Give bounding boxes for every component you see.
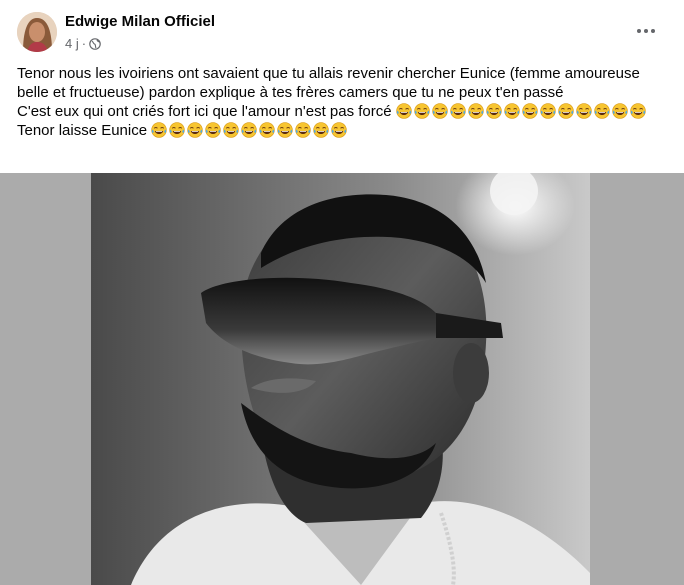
post-line: C'est eux qui ont criés fort ici que l'a…	[17, 102, 669, 121]
face-with-tears-of-joy-icon	[576, 103, 592, 119]
emoji-row	[151, 122, 349, 139]
post-meta: 4 j ·	[65, 36, 101, 51]
face-with-tears-of-joy-icon	[450, 103, 466, 119]
face-with-tears-of-joy-icon	[486, 103, 502, 119]
face-with-tears-of-joy-icon	[169, 122, 185, 138]
face-with-tears-of-joy-icon	[313, 122, 329, 138]
post-line-text: Tenor laisse Eunice	[17, 122, 152, 139]
author-name[interactable]: Edwige Milan Officiel	[65, 13, 215, 30]
face-with-tears-of-joy-icon	[414, 103, 430, 119]
face-with-tears-of-joy-icon	[630, 103, 646, 119]
face-with-tears-of-joy-icon	[594, 103, 610, 119]
face-with-tears-of-joy-icon	[295, 122, 311, 138]
face-with-tears-of-joy-icon	[432, 103, 448, 119]
face-with-tears-of-joy-icon	[151, 122, 167, 138]
post-text: Tenor nous les ivoiriens ont savaient qu…	[17, 64, 669, 140]
post-line-text: C'est eux qui ont criés fort ici que l'a…	[17, 103, 396, 120]
more-options-button[interactable]	[628, 17, 664, 43]
face-with-tears-of-joy-icon	[187, 122, 203, 138]
meta-separator: ·	[81, 36, 87, 51]
face-with-tears-of-joy-icon	[558, 103, 574, 119]
face-with-tears-of-joy-icon	[468, 103, 484, 119]
face-with-tears-of-joy-icon	[223, 122, 239, 138]
face-with-tears-of-joy-icon	[540, 103, 556, 119]
face-with-tears-of-joy-icon	[504, 103, 520, 119]
emoji-row	[396, 103, 648, 120]
globe-icon[interactable]	[89, 37, 101, 50]
face-with-tears-of-joy-icon	[205, 122, 221, 138]
face-with-tears-of-joy-icon	[396, 103, 412, 119]
post-photo[interactable]	[91, 173, 590, 585]
face-with-tears-of-joy-icon	[522, 103, 538, 119]
more-horizontal-icon	[636, 21, 656, 39]
post-line: Tenor nous les ivoiriens ont savaient qu…	[17, 64, 669, 102]
photo-frame	[0, 173, 684, 585]
post-line: Tenor laisse Eunice	[17, 121, 669, 140]
post-time[interactable]: 4 j	[65, 36, 79, 51]
face-with-tears-of-joy-icon	[259, 122, 275, 138]
post-header: Edwige Milan Officiel 4 j ·	[0, 0, 684, 60]
face-with-tears-of-joy-icon	[612, 103, 628, 119]
avatar[interactable]	[17, 12, 57, 52]
face-with-tears-of-joy-icon	[241, 122, 257, 138]
post-line-text: Tenor nous les ivoiriens ont savaient qu…	[17, 65, 640, 101]
face-with-tears-of-joy-icon	[331, 122, 347, 138]
face-with-tears-of-joy-icon	[277, 122, 293, 138]
